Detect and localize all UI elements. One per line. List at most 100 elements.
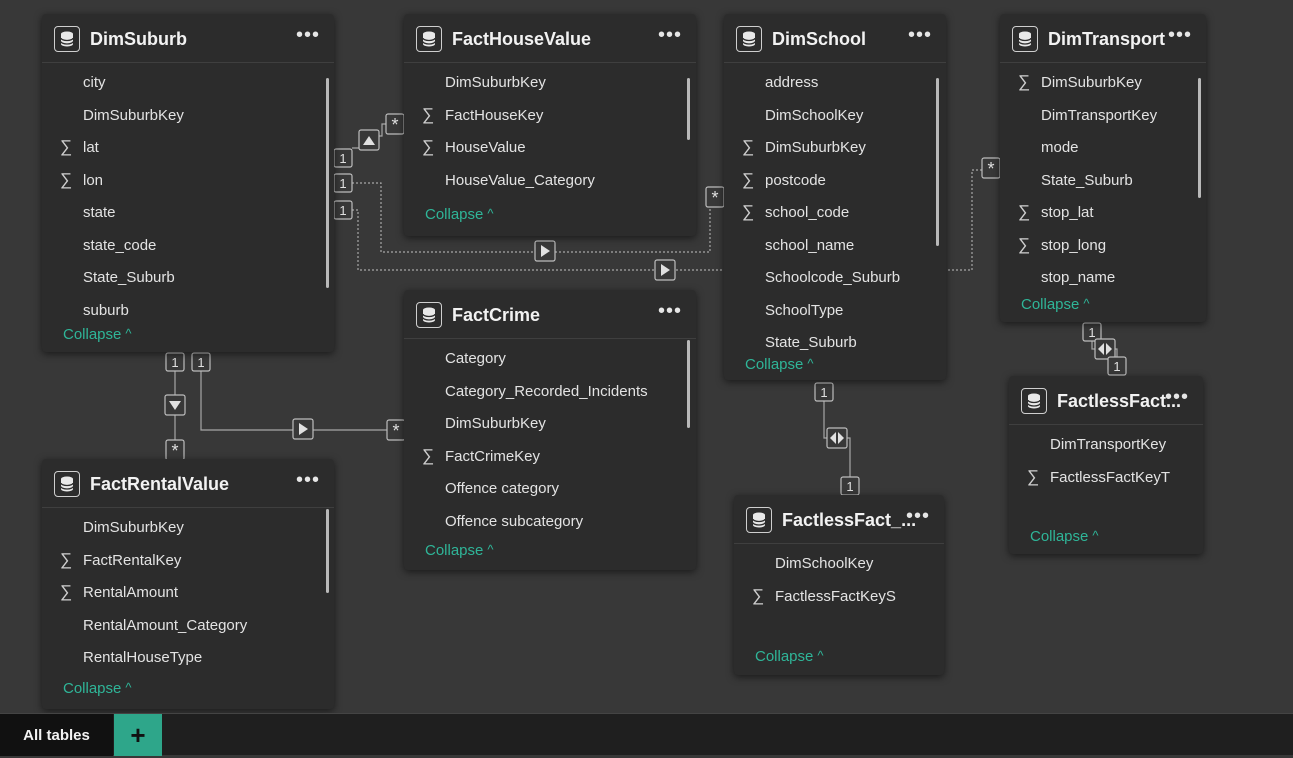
field-row[interactable]: DimSuburbKey [42,511,334,544]
tab-all-tables[interactable]: All tables [0,714,113,756]
table-card-factrentalvalue[interactable]: FactRentalValue ••• DimSuburbKey ∑ FactRenta… [42,459,334,709]
field-row[interactable]: ∑ lon [42,164,334,197]
field-row[interactable]: SchoolType [724,294,946,327]
field-row[interactable]: DimSchoolKey [734,547,944,580]
field-row[interactable]: ∑ DimSuburbKey [724,131,946,164]
field-row[interactable]: Category_Recorded_Incidents [404,375,696,408]
field-row[interactable]: RentalAmount_Category [42,609,334,642]
rel-suburb-rental[interactable]: 1 * [164,352,186,461]
field-row[interactable]: ∑ FactRentalKey [42,544,334,577]
field-list[interactable]: Category Category_Recorded_Incidents DimSu… [404,342,696,554]
field-row[interactable]: ∑ postcode [724,164,946,197]
more-options-icon[interactable]: ••• [296,469,320,492]
field-row[interactable]: DimTransportKey [1009,428,1203,461]
field-row[interactable]: mode [1000,131,1206,164]
table-header[interactable]: FactlessFact_... ••• [734,495,944,544]
table-card-dimtransport[interactable]: DimTransport ••• ∑ DimSuburbKey DimTransport… [1000,14,1206,322]
field-row[interactable]: ∑ lat [42,131,334,164]
field-list[interactable]: ∑ DimSuburbKey DimTransportKey mode State_Su… [1000,66,1206,288]
field-row[interactable]: ∑ school_code [724,196,946,229]
scrollbar-thumb[interactable] [326,78,329,288]
field-row[interactable]: ∑ FactCrimeKey [404,440,696,473]
field-row[interactable]: DimSuburbKey [404,407,696,440]
table-header[interactable]: DimSchool ••• [724,14,946,63]
field-list[interactable]: DimSuburbKey ∑ FactHouseKey ∑ HouseValue Hous… [404,66,696,206]
rel-school-factless[interactable]: 1 1 [814,382,860,496]
collapse-button[interactable]: Collapse ^ [63,326,131,343]
table-header[interactable]: FactRentalValue ••• [42,459,334,508]
field-row[interactable]: school_name [724,229,946,262]
field-row[interactable]: ∑ HouseValue [404,131,696,164]
scrollbar-thumb[interactable] [687,340,690,428]
field-list[interactable]: DimTransportKey ∑ FactlessFactKeyT [1009,428,1203,503]
table-header[interactable]: DimTransport ••• [1000,14,1206,63]
collapse-button[interactable]: Collapse ^ [425,206,493,223]
field-row[interactable]: ∑ FactlessFactKeyT [1009,461,1203,494]
rel-suburb-crime[interactable]: 1 * [191,352,406,441]
field-row[interactable]: ∑ stop_lat [1000,196,1206,229]
table-header[interactable]: FactHouseValue ••• [404,14,696,63]
table-header[interactable]: FactlessFact... ••• [1009,376,1203,425]
more-options-icon[interactable]: ••• [906,505,930,528]
collapse-button[interactable]: Collapse ^ [425,542,493,559]
field-row[interactable]: DimTransportKey [1000,99,1206,132]
field-row[interactable]: state_code [42,229,334,262]
table-header[interactable]: DimSuburb ••• [42,14,334,63]
field-row[interactable]: Offence category [404,472,696,505]
model-canvas[interactable]: 1 * 1 * 1 * 1 * 1 * 1 1 1 1 DimSuburb ••… [0,0,1293,713]
collapse-button[interactable]: Collapse ^ [1030,528,1098,545]
field-list[interactable]: DimSchoolKey ∑ FactlessFactKeyS [734,547,944,622]
field-list[interactable]: DimSuburbKey ∑ FactRentalKey ∑ RentalAmount R… [42,511,334,686]
scrollbar-thumb[interactable] [326,509,329,593]
field-row[interactable]: address [724,66,946,99]
field-row[interactable]: State_Suburb [724,326,946,356]
field-row[interactable]: Schoolcode_Suburb [724,261,946,294]
field-row[interactable]: Category [404,342,696,375]
collapse-button[interactable]: Collapse ^ [755,648,823,665]
field-row[interactable]: HouseValue_Category [404,164,696,197]
field-list[interactable]: address DimSchoolKey ∑ DimSuburbKey ∑ postcod… [724,66,946,356]
rel-transport-factless[interactable]: 1 1 [1082,322,1127,376]
field-row[interactable]: city [42,66,334,99]
more-options-icon[interactable]: ••• [1165,386,1189,409]
field-row[interactable]: DimSuburbKey [42,99,334,132]
field-row[interactable]: State_Suburb [1000,164,1206,197]
scrollbar-thumb[interactable] [936,78,939,246]
field-row[interactable]: RentalHouseType [42,641,334,674]
more-options-icon[interactable]: ••• [908,24,932,47]
chevron-up-icon: ^ [125,326,132,341]
field-row[interactable]: ∑ stop_long [1000,229,1206,262]
field-row[interactable]: ∑ DimSuburbKey [1000,66,1206,99]
field-name: lon [83,171,104,189]
rel-suburb-housevalue[interactable]: 1 * [333,113,405,168]
add-layout-button[interactable]: + [114,714,162,756]
collapse-button[interactable]: Collapse ^ [1021,296,1089,313]
collapse-button[interactable]: Collapse ^ [63,680,131,697]
field-row[interactable]: DimSchoolKey [724,99,946,132]
field-row[interactable]: DimSuburbKey [404,66,696,99]
field-row[interactable]: stop_name [1000,261,1206,288]
field-row[interactable]: Offence subcategory [404,505,696,538]
more-options-icon[interactable]: ••• [658,24,682,47]
scrollbar-thumb[interactable] [1198,78,1201,198]
table-card-factcrime[interactable]: FactCrime ••• Category Category_Recorded_In… [404,290,696,570]
table-card-facthousevalue[interactable]: FactHouseValue ••• DimSuburbKey ∑ FactHouseK… [404,14,696,236]
field-row[interactable]: ∑ RentalAmount [42,576,334,609]
more-options-icon[interactable]: ••• [658,300,682,323]
field-row[interactable]: suburb [42,294,334,327]
table-card-factlessfact-school[interactable]: FactlessFact_... ••• DimSchoolKey ∑ Factless… [734,495,944,675]
scrollbar-thumb[interactable] [687,78,690,140]
field-row[interactable]: ∑ FactlessFactKeyS [734,580,944,613]
field-row[interactable]: state [42,196,334,229]
field-row[interactable]: ∑ FactHouseKey [404,99,696,132]
table-card-factlessfact-transport[interactable]: FactlessFact... ••• DimTransportKey ∑ Factle… [1009,376,1203,554]
field-list[interactable]: city DimSuburbKey ∑ lat ∑ lon state state_code S… [42,66,334,336]
field-row[interactable]: State_Suburb [42,261,334,294]
card-one-label: 1 [171,355,178,370]
more-options-icon[interactable]: ••• [296,24,320,47]
table-card-dimsuburb[interactable]: DimSuburb ••• city DimSuburbKey ∑ lat ∑ lon stat… [42,14,334,352]
table-card-dimschool[interactable]: DimSchool ••• address DimSchoolKey ∑ DimSubur… [724,14,946,380]
collapse-button[interactable]: Collapse ^ [745,356,813,373]
more-options-icon[interactable]: ••• [1168,24,1192,47]
table-header[interactable]: FactCrime ••• [404,290,696,339]
